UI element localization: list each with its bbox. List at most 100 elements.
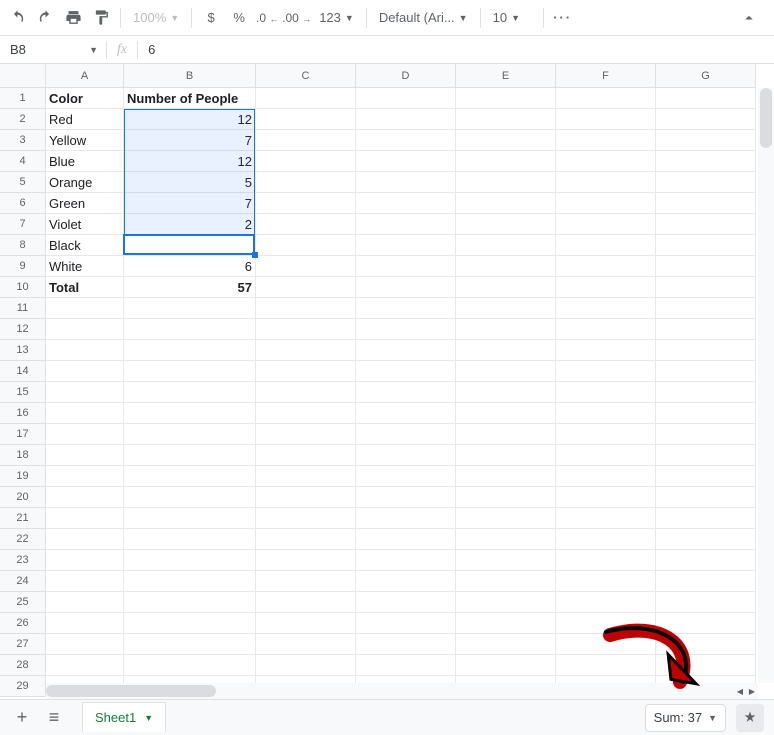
cell[interactable] — [556, 235, 656, 256]
cell[interactable] — [556, 655, 656, 676]
cell[interactable] — [556, 508, 656, 529]
undo-button[interactable] — [4, 5, 30, 31]
cell[interactable] — [556, 172, 656, 193]
row-header[interactable]: 13 — [0, 340, 46, 361]
formula-input[interactable]: 6 — [137, 41, 155, 59]
cell[interactable] — [256, 88, 356, 109]
column-header[interactable]: B — [124, 64, 256, 88]
cell[interactable] — [356, 403, 456, 424]
cell[interactable] — [124, 403, 256, 424]
cell[interactable] — [356, 109, 456, 130]
cell[interactable] — [356, 424, 456, 445]
row-header[interactable]: 21 — [0, 508, 46, 529]
cell[interactable] — [356, 508, 456, 529]
cell[interactable] — [124, 340, 256, 361]
cell[interactable] — [656, 634, 756, 655]
cell[interactable] — [256, 550, 356, 571]
cell[interactable] — [656, 130, 756, 151]
cell[interactable] — [256, 655, 356, 676]
row-header[interactable]: 26 — [0, 613, 46, 634]
cell[interactable] — [656, 613, 756, 634]
row-header[interactable]: 7 — [0, 214, 46, 235]
row-header[interactable]: 27 — [0, 634, 46, 655]
row-header[interactable]: 29 — [0, 676, 46, 697]
all-sheets-button[interactable]: ≡ — [38, 703, 70, 733]
collapse-toolbar-button[interactable] — [736, 5, 762, 31]
cell[interactable] — [656, 88, 756, 109]
zoom-dropdown[interactable]: 100% ▼ — [127, 5, 185, 31]
cell[interactable] — [124, 487, 256, 508]
cell[interactable] — [256, 613, 356, 634]
cell[interactable] — [356, 361, 456, 382]
cell[interactable] — [124, 655, 256, 676]
decrease-decimal-button[interactable]: .0 ← — [254, 5, 280, 31]
cell[interactable] — [456, 235, 556, 256]
cell[interactable] — [556, 88, 656, 109]
cell[interactable] — [356, 613, 456, 634]
cell[interactable] — [456, 361, 556, 382]
cell[interactable]: 57 — [124, 277, 256, 298]
cell[interactable] — [556, 298, 656, 319]
cell[interactable] — [556, 466, 656, 487]
row-header[interactable]: 6 — [0, 193, 46, 214]
row-header[interactable]: 11 — [0, 298, 46, 319]
cell[interactable] — [46, 361, 124, 382]
cell[interactable] — [556, 193, 656, 214]
cell[interactable] — [356, 634, 456, 655]
selection-handle[interactable] — [252, 252, 258, 258]
cell[interactable] — [656, 151, 756, 172]
quicksum-dropdown[interactable]: Sum: 37 ▼ — [645, 704, 726, 732]
cell[interactable]: 6 — [124, 235, 256, 256]
redo-button[interactable] — [32, 5, 58, 31]
cell[interactable] — [656, 655, 756, 676]
cell[interactable] — [46, 550, 124, 571]
cell[interactable] — [256, 193, 356, 214]
cell[interactable] — [124, 445, 256, 466]
cell[interactable] — [556, 424, 656, 445]
row-header[interactable]: 3 — [0, 130, 46, 151]
row-header[interactable]: 18 — [0, 445, 46, 466]
cell[interactable] — [556, 319, 656, 340]
row-header[interactable]: 25 — [0, 592, 46, 613]
cell[interactable] — [556, 487, 656, 508]
row-header[interactable]: 10 — [0, 277, 46, 298]
cell[interactable] — [656, 361, 756, 382]
cell[interactable] — [256, 571, 356, 592]
cell[interactable] — [46, 508, 124, 529]
row-header[interactable]: 23 — [0, 550, 46, 571]
cell[interactable] — [456, 298, 556, 319]
cell[interactable] — [556, 445, 656, 466]
cell[interactable] — [556, 571, 656, 592]
cell[interactable] — [456, 445, 556, 466]
percent-button[interactable]: % — [226, 5, 252, 31]
cell[interactable]: Number of People — [124, 88, 256, 109]
cell[interactable] — [46, 445, 124, 466]
cell[interactable] — [46, 592, 124, 613]
cell[interactable] — [256, 214, 356, 235]
cell[interactable] — [356, 88, 456, 109]
cell[interactable] — [556, 130, 656, 151]
cell[interactable] — [356, 550, 456, 571]
explore-button[interactable] — [736, 704, 764, 732]
cell[interactable] — [656, 235, 756, 256]
cell[interactable] — [356, 193, 456, 214]
row-header[interactable]: 19 — [0, 466, 46, 487]
font-dropdown[interactable]: Default (Ari... ▼ — [373, 5, 474, 31]
cell[interactable] — [656, 508, 756, 529]
cell[interactable] — [456, 487, 556, 508]
row-headers[interactable]: 1234567891011121314151617181920212223242… — [0, 88, 46, 697]
cells-area[interactable]: ColorNumber of PeopleRed12Yellow7Blue12O… — [46, 88, 756, 697]
cell[interactable] — [356, 592, 456, 613]
cell[interactable] — [656, 109, 756, 130]
cell[interactable] — [656, 403, 756, 424]
cell[interactable] — [356, 382, 456, 403]
cell[interactable] — [256, 340, 356, 361]
currency-button[interactable]: $ — [198, 5, 224, 31]
cell[interactable] — [456, 655, 556, 676]
spreadsheet-grid[interactable]: ABCDEFG 12345678910111213141516171819202… — [0, 64, 774, 699]
cell[interactable] — [656, 214, 756, 235]
column-headers[interactable]: ABCDEFG — [46, 64, 774, 88]
cell[interactable] — [124, 634, 256, 655]
cell[interactable] — [256, 403, 356, 424]
cell[interactable] — [256, 172, 356, 193]
